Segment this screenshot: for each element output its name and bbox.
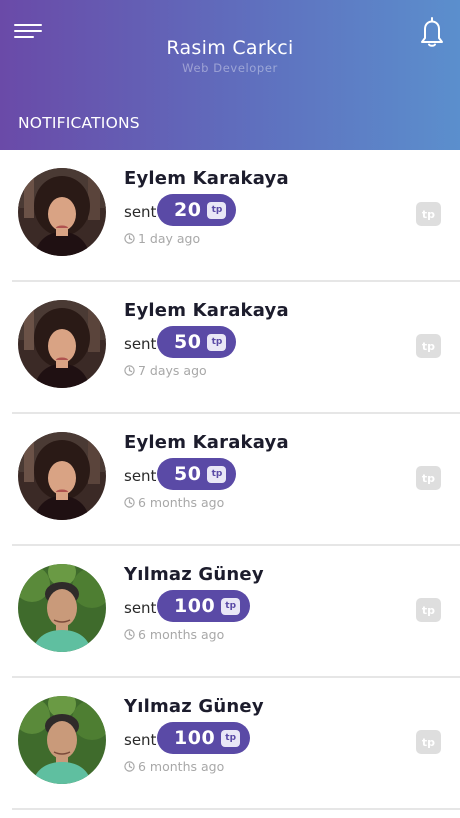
divider <box>12 808 460 810</box>
action-label: sent <box>124 467 157 485</box>
clock-icon <box>124 365 135 376</box>
time-text: 6 months ago <box>138 759 225 774</box>
amount-value: 100 <box>174 727 216 749</box>
avatar <box>18 564 106 652</box>
notification-item[interactable]: Eylem Karakaya sent 50 tp 7 days ago tp <box>0 282 460 414</box>
time-text: 7 days ago <box>138 363 207 378</box>
tp-badge-icon[interactable]: tp <box>416 466 441 490</box>
section-title: NOTIFICATIONS <box>18 114 140 132</box>
sender-name: Eylem Karakaya <box>124 300 289 321</box>
clock-icon <box>124 233 135 244</box>
clock-icon <box>124 629 135 640</box>
avatar <box>18 300 106 388</box>
avatar <box>18 432 106 520</box>
amount-pill: 50 tp <box>157 326 237 358</box>
notification-item[interactable]: Yılmaz Güney sent 100 tp 6 months ago tp <box>0 546 460 678</box>
timestamp: 7 days ago <box>124 363 207 378</box>
sender-name: Eylem Karakaya <box>124 168 289 189</box>
sender-name: Yılmaz Güney <box>124 696 264 717</box>
timestamp: 6 months ago <box>124 759 224 774</box>
tp-currency-icon: tp <box>221 729 241 747</box>
tp-badge-icon[interactable]: tp <box>416 334 441 358</box>
timestamp: 6 months ago <box>124 495 224 510</box>
notification-list: Eylem Karakaya sent 20 tp 1 day ago tp E… <box>0 150 460 810</box>
amount-pill: 100 tp <box>157 722 251 754</box>
clock-icon <box>124 497 135 508</box>
action-label: sent <box>124 203 157 221</box>
notification-item[interactable]: Eylem Karakaya sent 50 tp 6 months ago t… <box>0 414 460 546</box>
action-label: sent <box>124 731 157 749</box>
amount-value: 50 <box>174 463 202 485</box>
amount-value: 100 <box>174 595 216 617</box>
tp-currency-icon: tp <box>221 597 241 615</box>
action-label: sent <box>124 599 157 617</box>
tp-badge-icon[interactable]: tp <box>416 202 441 226</box>
clock-icon <box>124 761 135 772</box>
amount-pill: 100 tp <box>157 590 251 622</box>
amount-value: 20 <box>174 199 202 221</box>
user-role: Web Developer <box>182 61 278 75</box>
user-name: Rasim Carkci <box>166 37 294 59</box>
amount-pill: 50 tp <box>157 458 237 490</box>
amount-pill: 20 tp <box>157 194 237 226</box>
tp-badge-icon[interactable]: tp <box>416 598 441 622</box>
time-text: 6 months ago <box>138 627 225 642</box>
app-header: Rasim Carkci Web Developer NOTIFICATIONS <box>0 0 460 150</box>
timestamp: 1 day ago <box>124 231 200 246</box>
sender-name: Yılmaz Güney <box>124 564 264 585</box>
timestamp: 6 months ago <box>124 627 224 642</box>
bell-icon[interactable] <box>418 16 446 48</box>
time-text: 6 months ago <box>138 495 225 510</box>
tp-badge-icon[interactable]: tp <box>416 730 441 754</box>
action-label: sent <box>124 335 157 353</box>
notification-item[interactable]: Eylem Karakaya sent 20 tp 1 day ago tp <box>0 150 460 282</box>
time-text: 1 day ago <box>138 231 201 246</box>
avatar <box>18 168 106 256</box>
avatar <box>18 696 106 784</box>
notification-item[interactable]: Yılmaz Güney sent 100 tp 6 months ago tp <box>0 678 460 810</box>
amount-value: 50 <box>174 331 202 353</box>
tp-currency-icon: tp <box>207 201 227 219</box>
sender-name: Eylem Karakaya <box>124 432 289 453</box>
tp-currency-icon: tp <box>207 465 227 483</box>
tp-currency-icon: tp <box>207 333 227 351</box>
